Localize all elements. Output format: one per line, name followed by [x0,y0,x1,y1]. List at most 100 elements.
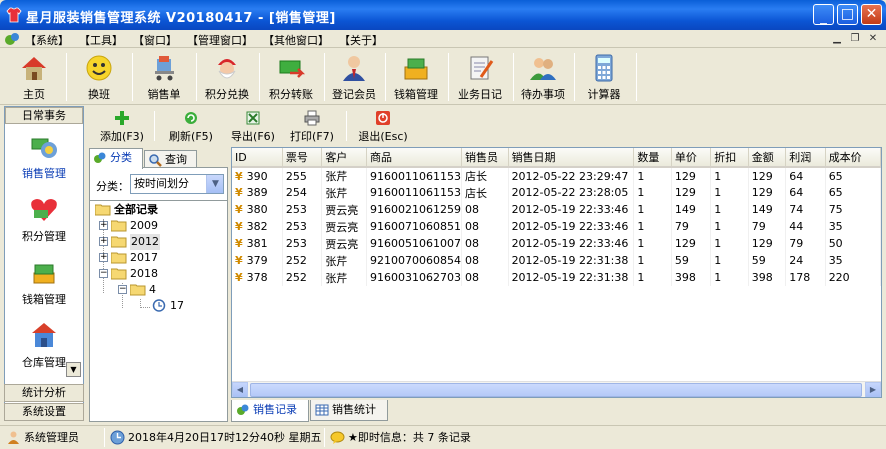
date-tree: 全部记录 + 2009 + 2012 + 2017 − 2018 − 4 17 [90,200,227,420]
nav-item-cash-box[interactable]: 钱箱管理 [5,253,83,315]
column-header[interactable]: 单价 [671,148,712,168]
menu-manage-window[interactable]: 【管理窗口】 [184,32,256,48]
table-cell: 74 [785,201,826,218]
refresh-button[interactable]: 刷新(F5) [163,108,219,144]
scroll-right-button[interactable]: ▶ [865,382,881,397]
table-row[interactable]: ¥380 253 贾云亮 9160021061259 08 2012-05-19 22:3… [232,201,881,218]
export-button[interactable]: 导出(F6) [225,108,281,144]
horizontal-scrollbar[interactable]: ◀ ▶ [232,381,881,397]
title-bar[interactable]: 星月服装销售管理系统 V20180417 - [销售管理] _ □ ✕ [0,0,886,30]
folder-open-icon [130,284,146,296]
business-journal-button[interactable]: 业务日记 [450,51,510,103]
maximize-button[interactable]: □ [837,4,858,25]
nav-section-statistics[interactable]: 统计分析 [4,384,84,402]
dropdown-arrow[interactable]: ▼ [206,175,223,193]
mdi-restore-button[interactable]: ❐ [847,31,863,46]
table-cell: 24 [785,252,826,269]
table-cell: 255 [282,167,323,184]
menu-system[interactable]: 【系统】 [22,32,72,48]
tab-category[interactable]: 分类 [89,148,143,169]
table-cell: 79 [671,218,712,235]
app-menu-icon[interactable] [4,31,20,47]
column-header[interactable]: 折扣 [710,148,749,168]
points-redeem-button[interactable]: 积分兑换 [198,51,256,103]
table-cell: 252 [282,252,323,269]
table-row[interactable]: ¥390 255 张芹 9160011061153 店长 2012-05-22 23:29… [232,167,881,184]
table-cell: 149 [748,201,787,218]
table-row[interactable]: ¥378 252 张芹 9160031062703 08 2012-05-19 22:31… [232,269,881,286]
tab-sales-statistics[interactable]: 销售统计 [310,400,388,421]
nav-item-sales[interactable]: 销售管理 [5,127,83,189]
menu-window[interactable]: 【窗口】 [130,32,180,48]
nav-header-daily[interactable]: 日常事务 [5,107,83,124]
register-member-button[interactable]: 登记会员 [326,51,382,103]
menu-about[interactable]: 【关于】 [336,32,386,48]
tab-sales-records[interactable]: 销售记录 [231,400,309,422]
collapse-icon[interactable]: − [99,269,108,278]
column-header[interactable]: 商品 [366,148,462,168]
column-header[interactable]: 成本价 [825,148,881,168]
house-icon [22,57,46,80]
shopping-cart-icon [155,56,174,81]
table-cell: 398 [671,269,712,286]
tree-panel: 分类： 按时间划分 ▼ 全部记录 + 2009 + 2012 + 2017 − … [89,167,228,422]
table-cell: 2012-05-19 22:33:46 [508,235,635,252]
collapse-icon[interactable]: − [118,285,127,294]
folder-icon [111,220,127,232]
nav-item-points[interactable]: 积分管理 [5,190,83,252]
table-cell: 220 [825,269,881,286]
column-header[interactable]: 金额 [748,148,787,168]
nav-section-settings[interactable]: 系统设置 [4,403,84,421]
mdi-minimize-button[interactable]: ▁ [829,31,845,46]
exit-button[interactable]: 退出(Esc) [353,108,413,144]
print-button[interactable]: 打印(F7) [284,108,340,144]
todo-button[interactable]: 待办事项 [515,51,571,103]
category-filter-select[interactable]: 按时间划分 ▼ [130,174,224,194]
points-transfer-button[interactable]: 积分转账 [261,51,321,103]
table-cell: ¥390 [232,167,283,184]
shift-change-button[interactable]: 换班 [70,51,128,103]
table-row[interactable]: ¥382 253 贾云亮 9160071060851 08 2012-05-19 22:3… [232,218,881,235]
table-cell: 1 [633,235,672,252]
home-button[interactable]: 主页 [6,51,62,103]
close-button[interactable]: ✕ [861,4,882,25]
table-cell: 9160051061007 [366,235,462,252]
tab-query[interactable]: 查询 [144,150,197,168]
table-cell: 65 [825,184,881,201]
warehouse-icon [32,323,56,347]
table-cell: 08 [461,201,509,218]
column-header[interactable]: 销售日期 [508,148,635,168]
minimize-button[interactable]: _ [813,4,834,25]
cash-box-button[interactable]: 钱箱管理 [387,51,445,103]
table-cell: 35 [825,218,881,235]
column-header[interactable]: 数量 [633,148,672,168]
column-header[interactable]: ID [232,148,283,168]
menu-bar: 【系统】 【工具】 【窗口】 【管理窗口】 【其他窗口】 【关于】 ▁ ❐ ✕ [0,30,886,48]
sales-order-button[interactable]: 销售单 [136,51,192,103]
row-id: 378 [246,271,268,284]
menu-tools[interactable]: 【工具】 [76,32,126,48]
yen-icon: ¥ [235,220,243,233]
mdi-close-button[interactable]: ✕ [865,31,881,46]
table-cell: 1 [710,218,749,235]
table-row[interactable]: ¥381 253 贾云亮 9160051061007 08 2012-05-19 22:3… [232,235,881,252]
add-button[interactable]: 添加(F3) [94,108,150,144]
scroll-left-button[interactable]: ◀ [232,382,248,397]
scroll-thumb[interactable] [250,383,862,397]
column-header[interactable]: 客户 [321,148,367,168]
expand-icon[interactable]: + [99,237,108,246]
nav-scroll-down-button[interactable]: ▼ [66,362,81,377]
expand-icon[interactable]: + [99,221,108,230]
table-row[interactable]: ¥389 254 张芹 9160011061153 店长 2012-05-22 23:28… [232,184,881,201]
column-header[interactable]: 票号 [282,148,323,168]
expand-icon[interactable]: + [99,253,108,262]
column-header[interactable]: 销售员 [461,148,509,168]
folder-open-icon [95,204,111,216]
calculator-button[interactable]: 计算器 [576,51,632,103]
table-cell: 59 [671,252,712,269]
row-id: 390 [246,169,268,183]
menu-other-window[interactable]: 【其他窗口】 [260,32,332,48]
folder-open-icon [111,268,127,280]
table-row[interactable]: ¥379 252 张芹 9210070060854 08 2012-05-19 22:31… [232,252,881,269]
column-header[interactable]: 利润 [785,148,826,168]
